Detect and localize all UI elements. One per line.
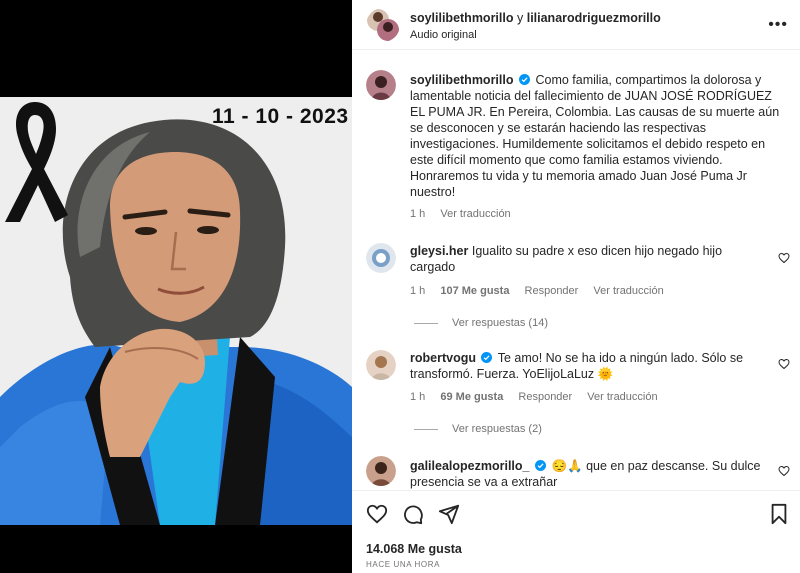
comment-likes[interactable]: 107 Me gusta: [440, 285, 509, 297]
more-horizontal-icon[interactable]: •••: [768, 16, 788, 34]
comment-icon[interactable]: [402, 503, 424, 525]
post-media: 11 - 10 - 2023: [0, 0, 352, 573]
comment-meta: 1 h 107 Me gusta Responder Ver traducció…: [410, 285, 676, 297]
view-replies[interactable]: Ver respuestas (14): [414, 317, 548, 329]
share-icon[interactable]: [438, 503, 460, 525]
header-and: y: [516, 11, 524, 25]
comment-username[interactable]: gleysi.her: [410, 244, 468, 258]
verified-badge-icon: [481, 352, 493, 363]
caption-username[interactable]: soylilibethmorillo: [410, 73, 514, 87]
comment-item: galilealopezmorillo_ 😔🙏 que en paz desca…: [410, 458, 770, 490]
verified-badge-icon: [518, 74, 530, 85]
date-overlay: 11 - 10 - 2023: [212, 105, 349, 128]
comment-avatar[interactable]: [366, 350, 396, 380]
header-username-1[interactable]: soylilibethmorillo: [410, 11, 514, 25]
emoji: 😔🙏: [551, 459, 583, 473]
collab-avatars[interactable]: [366, 8, 400, 42]
audio-label[interactable]: Audio original: [410, 29, 477, 41]
view-replies-label[interactable]: Ver respuestas (2): [452, 423, 542, 435]
like-heart-icon[interactable]: [778, 465, 790, 477]
post-details-panel: soylilibethmorillo y lilianarodriguezmor…: [352, 0, 800, 573]
like-heart-icon[interactable]: [778, 252, 790, 264]
bookmark-icon[interactable]: [768, 503, 790, 525]
caption-block: soylilibethmorillo Como familia, compart…: [410, 72, 788, 200]
comment-item: robertvogu Te amo! No se ha ido a ningún…: [410, 350, 770, 382]
reply-link[interactable]: Responder: [525, 285, 579, 297]
post-timestamp: HACE UNA HORA: [366, 560, 441, 569]
comment-time[interactable]: 1 h: [410, 285, 425, 297]
caption-time[interactable]: 1 h: [410, 208, 425, 220]
translate-link[interactable]: Ver traducción: [587, 391, 657, 403]
caption-text: Como familia, compartimos la dolorosa y …: [410, 73, 780, 199]
comment-username[interactable]: robertvogu: [410, 351, 476, 365]
like-heart-icon[interactable]: [778, 358, 790, 370]
post-actions-bar: 14.068 Me gusta HACE UNA HORA: [352, 490, 800, 573]
comment-avatar[interactable]: [366, 456, 396, 486]
heart-icon[interactable]: [366, 503, 388, 525]
caption-translate-link[interactable]: Ver traducción: [440, 208, 510, 220]
sun-emoji: 🌞: [597, 367, 614, 381]
caption-avatar[interactable]: [366, 70, 396, 100]
verified-badge-icon: [534, 460, 546, 471]
comment-avatar[interactable]: [366, 243, 396, 273]
likes-count[interactable]: 14.068 Me gusta: [366, 542, 462, 556]
replies-divider: [414, 428, 438, 430]
comment-item: gleysi.her Igualito su padre x eso dicen…: [410, 243, 770, 275]
replies-divider: [414, 322, 438, 324]
reply-link[interactable]: Responder: [518, 391, 572, 403]
comment-username[interactable]: galilealopezmorillo_: [410, 459, 529, 473]
header-username-2[interactable]: lilianarodriguezmorillo: [527, 11, 661, 25]
comment-likes[interactable]: 69 Me gusta: [440, 391, 503, 403]
view-replies[interactable]: Ver respuestas (2): [414, 423, 542, 435]
comment-time[interactable]: 1 h: [410, 391, 425, 403]
mourning-ribbon-icon: [5, 102, 68, 222]
view-replies-label[interactable]: Ver respuestas (14): [452, 317, 548, 329]
memorial-photo: [0, 97, 352, 525]
translate-link[interactable]: Ver traducción: [593, 285, 663, 297]
post-header: soylilibethmorillo y lilianarodriguezmor…: [352, 0, 800, 50]
caption-meta: 1 h Ver traducción: [410, 208, 511, 220]
comment-meta: 1 h 69 Me gusta Responder Ver traducción: [410, 391, 670, 403]
